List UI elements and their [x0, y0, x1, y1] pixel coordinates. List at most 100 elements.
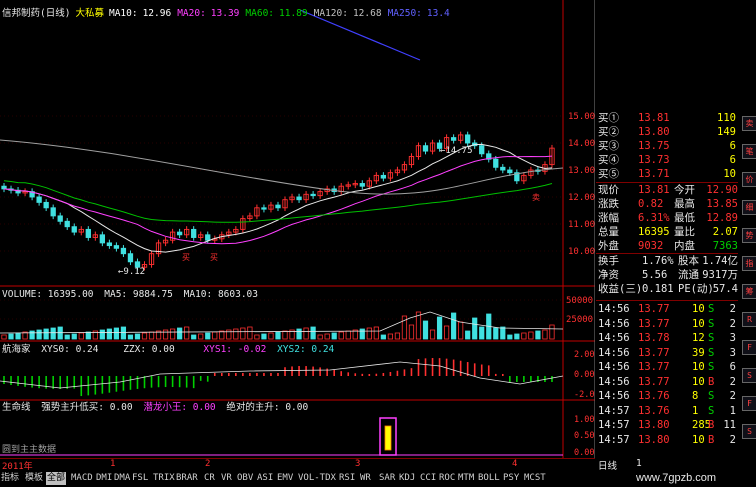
tab-rsi[interactable]: RSI [338, 472, 356, 485]
volume-bar [422, 320, 429, 340]
tick-side: S [708, 303, 715, 315]
bid-volume: 6 [729, 140, 736, 152]
tick-volume: 39 [692, 346, 705, 359]
volume-bar [458, 321, 464, 340]
side-button[interactable]: 价 [742, 172, 756, 187]
volume-bar [177, 327, 183, 340]
tab-dma[interactable]: DMA [113, 472, 131, 485]
tick-price: 13.77 [638, 317, 670, 330]
side-button[interactable]: F [742, 396, 756, 411]
volume-legend: VOLUME: 16395.00 MA5: 9884.75 MA10: 8603… [2, 289, 263, 301]
buy-signal-label: 买 [182, 253, 190, 262]
tab-fsl[interactable]: FSL [131, 472, 149, 485]
tab-指标[interactable]: 指标 [0, 472, 20, 485]
candle-body [113, 245, 120, 249]
kline-chart[interactable]: 15.00 14.00 13.00 12.00 11.00 10.00 ←14.75 ←9.1… [0, 0, 595, 458]
candle-body [176, 231, 183, 236]
ma-legend-value: 12.68 [352, 8, 382, 19]
volume-bar [528, 331, 534, 340]
bid-volume: 110 [717, 112, 736, 124]
tick-price: 13.77 [638, 375, 670, 388]
low-price-label: ←9.12 [118, 267, 145, 277]
tab-wr[interactable]: WR [359, 472, 372, 485]
tab-emv[interactable]: EMV [276, 472, 294, 485]
period-indicator[interactable]: 日线 [598, 458, 617, 472]
stat-value: 1.76% [642, 255, 674, 267]
indicator-tabs: 指标 模板 全部 MACD DMI DMA FSL TRIX BRAR CR VR OBV ASI EMV… [0, 471, 595, 487]
tab-cci[interactable]: CCI [419, 472, 437, 485]
bid-price: 13.73 [638, 154, 670, 166]
bid-row[interactable]: 买⑤ 13.71 10 [596, 168, 738, 181]
tab-mcst[interactable]: MCST [523, 472, 547, 485]
tab-dmi[interactable]: DMI [95, 472, 113, 485]
tab-macd[interactable]: MACD [70, 472, 94, 485]
tick-time: 14:57 [598, 419, 630, 431]
volume-bar [296, 328, 302, 340]
tick-side: S [708, 332, 715, 344]
tick-volume: 10 [692, 433, 705, 446]
timeline-mark: 2 [205, 459, 211, 469]
stat-value: 9317万 [702, 269, 738, 281]
side-button[interactable]: S [742, 424, 756, 439]
tab-vr[interactable]: VR [220, 472, 233, 485]
tick-side: S [708, 390, 715, 402]
stat-row: 涨跌 0.82 最高 13.85 [596, 198, 738, 211]
bid-price: 13.81 [638, 112, 670, 124]
tab-模板[interactable]: 模板 [24, 472, 44, 485]
tab-sar[interactable]: SAR [378, 472, 396, 485]
stat-value: 12.90 [706, 184, 738, 196]
side-button[interactable]: 筹 [742, 284, 756, 299]
bid-label: 买④ [598, 154, 619, 166]
volume-bar [451, 312, 457, 340]
tick-side: S [708, 361, 715, 373]
side-button[interactable]: 卖 [742, 116, 756, 131]
volume-bar [50, 327, 56, 340]
volume-bar [303, 327, 309, 340]
tick-count: 3 [729, 332, 736, 344]
volume-bar [479, 326, 485, 340]
indicator2-legend: 生命线 强势主升低买: 0.00 潜龙小王: 0.00 绝对的主升: 0.00 [2, 402, 313, 414]
volume-bar [170, 328, 176, 340]
candle-body [359, 183, 365, 187]
tab-kdj[interactable]: KDJ [398, 472, 416, 485]
tab-vol-tdx[interactable]: VOL-TDX [297, 472, 337, 485]
volume-bar [247, 326, 253, 340]
tick-time: 14:57 [598, 433, 630, 446]
side-button[interactable]: 势 [742, 228, 756, 243]
side-button[interactable]: 指 [742, 256, 756, 271]
volume-bar [191, 334, 197, 340]
side-button[interactable]: S [742, 368, 756, 383]
tab-psy[interactable]: PSY [502, 472, 520, 485]
bid-row[interactable]: 买① 13.81 110 [596, 112, 738, 125]
tab-cr[interactable]: CR [203, 472, 216, 485]
tab-mtm[interactable]: MTM [457, 472, 475, 485]
ma-legend-item: MA120: [313, 8, 348, 19]
tab-全部[interactable]: 全部 [46, 472, 67, 485]
tick-volume: 10 [692, 375, 705, 388]
ind2-name: 生命线 [2, 402, 31, 413]
stat-value: 6.31% [638, 212, 670, 224]
volume-bar [8, 333, 14, 340]
tab-boll[interactable]: BOLL [477, 472, 501, 485]
tab-asi[interactable]: ASI [256, 472, 274, 485]
tab-brar[interactable]: BRAR [175, 472, 199, 485]
side-button[interactable]: F [742, 340, 756, 355]
side-button[interactable]: 笔 [742, 144, 756, 159]
bid-row[interactable]: 买④ 13.73 6 [596, 154, 738, 167]
candle-body [500, 166, 506, 171]
bid-row[interactable]: 买③ 13.75 6 [596, 140, 738, 153]
volume-bar [254, 334, 260, 340]
stat-label: 最低 [674, 212, 695, 224]
bid-row[interactable]: 买② 13.80 149 [596, 126, 738, 139]
tab-obv[interactable]: OBV [236, 472, 254, 485]
volume-bar [366, 327, 372, 340]
tick-volume: 10 [692, 303, 705, 315]
side-button[interactable]: 细 [742, 200, 756, 215]
volume-bar [507, 334, 513, 340]
stat-label: 流通 [678, 269, 699, 281]
tab-trix[interactable]: TRIX [152, 472, 176, 485]
tab-roc[interactable]: ROC [438, 472, 456, 485]
candle-body [50, 207, 56, 217]
side-button[interactable]: R [742, 312, 756, 327]
volume-value: VOLUME: 16395.00 [2, 289, 94, 300]
